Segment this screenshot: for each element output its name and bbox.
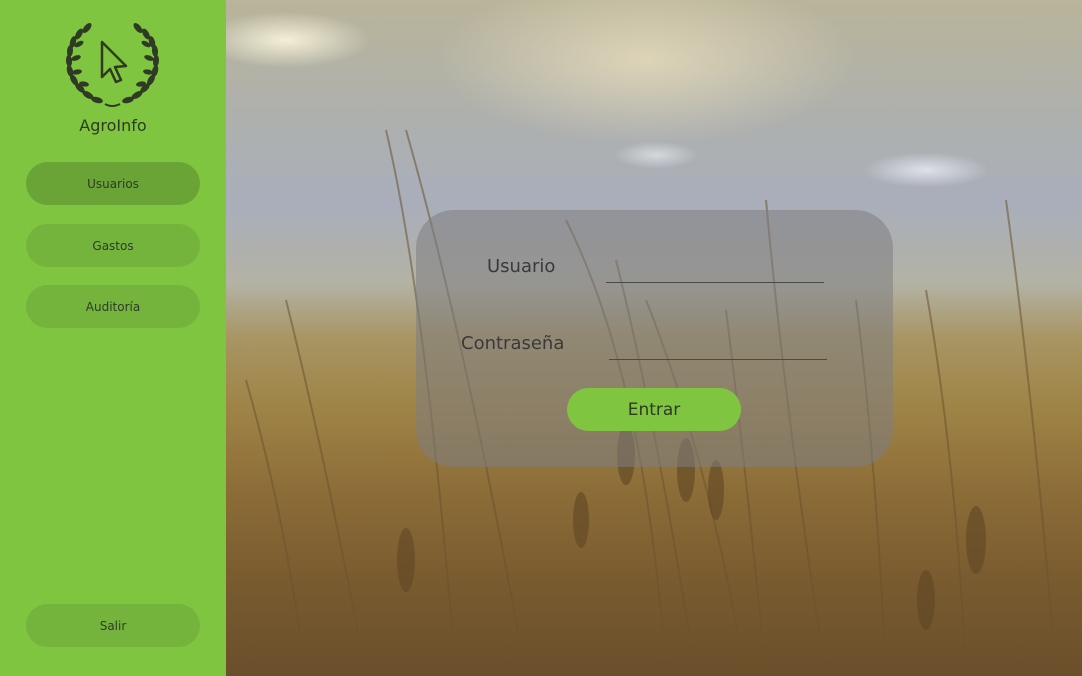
usuario-label: Usuario [487,256,556,277]
password-label: Contraseña [461,333,565,354]
app-window: AgroInfo Usuarios Gastos Auditoría Salir [0,0,1082,676]
brand-name: AgroInfo [79,116,147,135]
sidebar-item-gastos[interactable]: Gastos [26,224,200,267]
sidebar-item-label: Gastos [92,238,134,253]
logout-label: Salir [99,618,127,633]
logout-button[interactable]: Salir [26,604,200,647]
sidebar-item-label: Usuarios [87,176,139,191]
entrar-label: Entrar [627,399,681,420]
laurel-cursor-icon [65,23,160,107]
sidebar-item-auditoria[interactable]: Auditoría [26,285,200,328]
sidebar-item-usuarios[interactable]: Usuarios [26,162,200,205]
sidebar-item-label: Auditoría [85,299,141,314]
login-card: Usuario Contraseña Entrar [416,210,893,467]
sidebar: AgroInfo Usuarios Gastos Auditoría Salir [0,0,226,676]
usuario-input[interactable] [606,258,824,283]
entrar-button[interactable]: Entrar [567,388,741,431]
password-input[interactable] [609,335,827,360]
